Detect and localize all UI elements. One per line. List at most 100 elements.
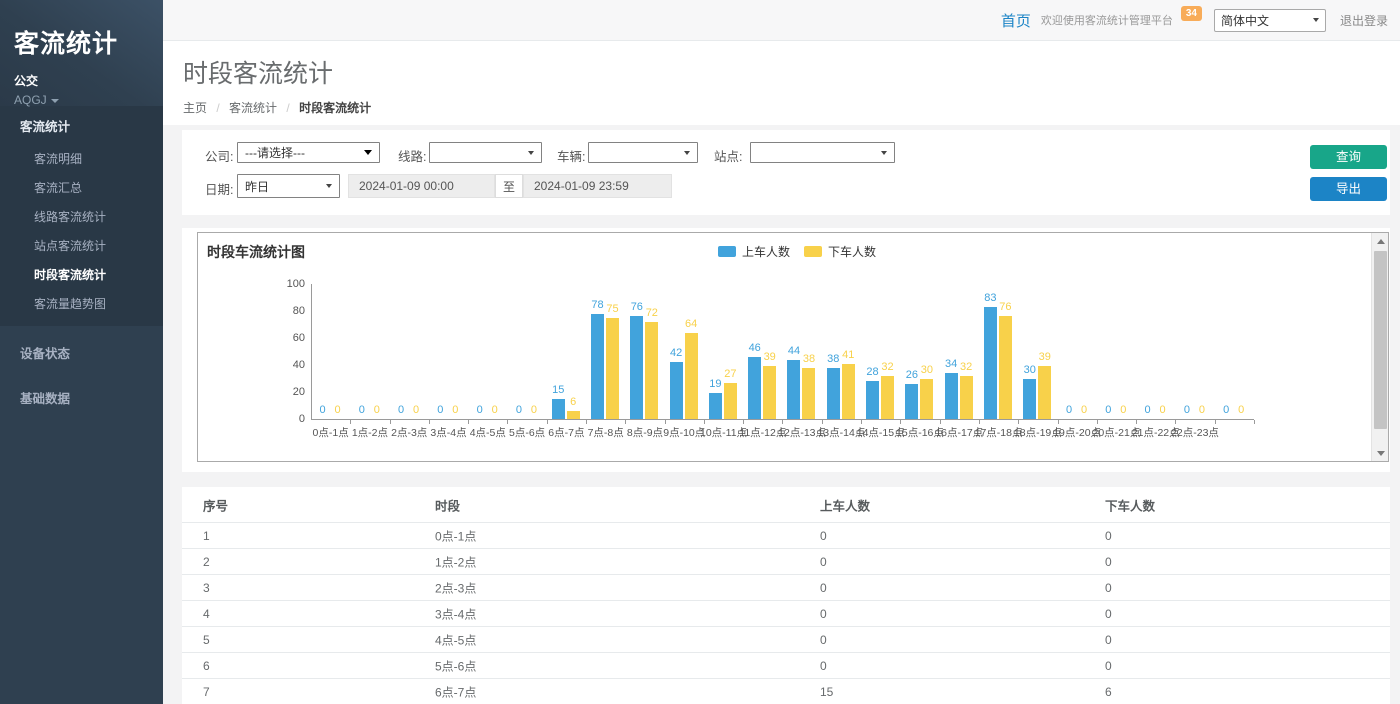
bar-上车人数-9[interactable]: [670, 362, 683, 419]
breadcrumb-home[interactable]: 主页: [183, 101, 207, 115]
bar-下车人数-7[interactable]: [606, 318, 619, 419]
station-select[interactable]: [750, 142, 895, 163]
y-axis-line: [311, 284, 312, 419]
sidebar-subitem-0[interactable]: 客流明细: [0, 144, 163, 173]
date-preset-value: 昨日: [245, 178, 269, 195]
bar-下车人数-10[interactable]: [724, 383, 737, 419]
bar-上车人数-11[interactable]: [748, 357, 761, 419]
table-header-alighting: 下车人数: [1105, 495, 1155, 514]
date-label: 日期:: [205, 179, 233, 198]
sidebar-item-1[interactable]: 基础数据: [0, 375, 163, 420]
chevron-down-icon: [528, 151, 534, 155]
language-select[interactable]: 简体中文: [1214, 9, 1326, 32]
sidebar-subitem-1[interactable]: 客流汇总: [0, 173, 163, 202]
x-tick: [704, 420, 705, 424]
y-tick-label: 100: [275, 278, 305, 290]
chart-box: 时段车流统计图 上车人数下车人数 020406080100000点-1点001点…: [197, 232, 1389, 462]
bar-上车人数-15[interactable]: [905, 384, 918, 419]
bar-下车人数-14[interactable]: [881, 376, 894, 419]
date-preset-select[interactable]: 昨日: [237, 174, 340, 198]
home-link[interactable]: 首页: [1001, 10, 1031, 31]
bar-下车人数-16[interactable]: [960, 376, 973, 419]
bar-value-label: 0: [1150, 404, 1176, 416]
table-cell: 0: [820, 659, 827, 673]
bar-上车人数-13[interactable]: [827, 368, 840, 419]
x-tick: [665, 420, 666, 424]
table-header-period: 时段: [435, 495, 460, 514]
topbar: 首页 欢迎使用客流统计管理平台 34 简体中文 退出登录: [163, 0, 1400, 41]
date-from-input[interactable]: 2024-01-09 00:00: [348, 174, 495, 198]
bar-下车人数-8[interactable]: [645, 322, 658, 419]
bar-上车人数-12[interactable]: [787, 360, 800, 419]
x-tick: [468, 420, 469, 424]
sidebar-subitem-2[interactable]: 线路客流统计: [0, 202, 163, 231]
bar-value-label: 0: [442, 404, 468, 416]
bar-下车人数-12[interactable]: [802, 368, 815, 419]
scroll-up-icon[interactable]: [1372, 233, 1389, 249]
bar-上车人数-18[interactable]: [1023, 379, 1036, 420]
table-cell: 0: [1105, 555, 1112, 569]
date-to-input[interactable]: 2024-01-09 23:59: [523, 174, 672, 198]
scroll-down-icon[interactable]: [1372, 445, 1389, 461]
bar-value-label: 0: [1110, 404, 1136, 416]
sidebar-subitem-5[interactable]: 客流量趋势图: [0, 289, 163, 318]
sidebar-subitem-3[interactable]: 站点客流统计: [0, 231, 163, 260]
x-tick: [861, 420, 862, 424]
y-tick-label: 80: [275, 305, 305, 317]
x-tick: [1175, 420, 1176, 424]
x-tick: [507, 420, 508, 424]
bar-上车人数-8[interactable]: [630, 316, 643, 419]
language-select-value: 简体中文: [1221, 12, 1269, 29]
breadcrumb: 主页 / 客流统计 / 时段客流统计: [183, 99, 1400, 116]
sidebar-item-passenger-stats[interactable]: 客流统计: [0, 106, 163, 144]
bar-上车人数-14[interactable]: [866, 381, 879, 419]
x-category-label: 22点-23点: [1165, 425, 1224, 440]
bar-上车人数-17[interactable]: [984, 307, 997, 419]
breadcrumb-passenger-stats[interactable]: 客流统计: [229, 101, 277, 115]
table-cell: 0: [1105, 529, 1112, 543]
table-cell: 4点-5点: [435, 631, 476, 648]
table-cell: 2点-3点: [435, 579, 476, 596]
line-select[interactable]: [429, 142, 542, 163]
table-row: 32点-3点00: [182, 575, 1390, 601]
legend-swatch-0[interactable]: [718, 246, 736, 257]
y-tick-label: 40: [275, 359, 305, 371]
logout-link[interactable]: 退出登录: [1340, 12, 1388, 29]
query-button[interactable]: 查询: [1310, 145, 1387, 169]
table-row: 43点-4点00: [182, 601, 1390, 627]
bar-下车人数-15[interactable]: [920, 379, 933, 420]
sidebar-item-0[interactable]: 设备状态: [0, 330, 163, 375]
page-heading: 时段客流统计 主页 / 客流统计 / 时段客流统计: [163, 41, 1400, 125]
x-tick: [390, 420, 391, 424]
table-cell: 0: [1105, 607, 1112, 621]
bar-上车人数-10[interactable]: [709, 393, 722, 419]
table-row: 76点-7点156: [182, 679, 1390, 704]
nav-submenu: 客流明细客流汇总线路客流统计站点客流统计时段客流统计客流量趋势图: [0, 144, 163, 326]
scrollbar-thumb[interactable]: [1374, 251, 1387, 429]
page-title: 时段客流统计: [183, 54, 1400, 90]
bar-下车人数-13[interactable]: [842, 364, 855, 419]
bar-上车人数-7[interactable]: [591, 314, 604, 419]
company-select[interactable]: ---请选择---: [237, 142, 380, 163]
breadcrumb-separator: /: [216, 101, 219, 115]
bar-下车人数-18[interactable]: [1038, 366, 1051, 419]
user-dropdown[interactable]: AQGJ: [14, 93, 149, 107]
bar-下车人数-17[interactable]: [999, 316, 1012, 419]
welcome-text: 欢迎使用客流统计管理平台: [1041, 12, 1173, 28]
bar-下车人数-9[interactable]: [685, 333, 698, 419]
bar-下车人数-11[interactable]: [763, 366, 776, 419]
chart-title: 时段车流统计图: [207, 242, 305, 262]
bar-上车人数-16[interactable]: [945, 373, 958, 419]
export-button[interactable]: 导出: [1310, 177, 1387, 201]
bar-下车人数-6[interactable]: [567, 411, 580, 419]
vehicle-select[interactable]: [588, 142, 698, 163]
table-cell: 0: [820, 555, 827, 569]
data-table: 序号 时段 上车人数 下车人数 10点-1点0021点-2点0032点-3点00…: [182, 487, 1390, 704]
table-cell: 0: [1105, 633, 1112, 647]
legend-swatch-1[interactable]: [804, 246, 822, 257]
chart-scrollbar[interactable]: [1371, 233, 1388, 461]
bar-value-label: 0: [1228, 404, 1254, 416]
nav-top-items: 设备状态基础数据: [0, 330, 163, 420]
sidebar-subitem-4[interactable]: 时段客流统计: [0, 260, 163, 289]
caret-down-icon: [51, 99, 59, 103]
